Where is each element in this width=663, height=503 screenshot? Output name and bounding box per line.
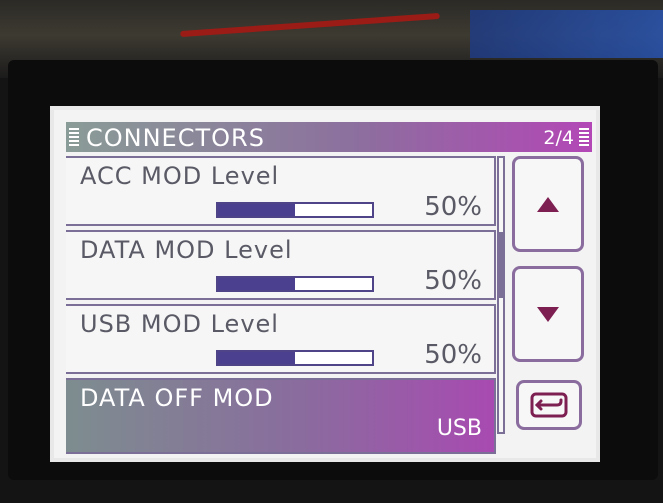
page-indicator: 2/4	[543, 127, 574, 149]
level-bar-fill	[218, 352, 295, 364]
level-bar-fill	[218, 278, 295, 290]
list-item-acc-mod-level[interactable]: ACC MOD Level 50%	[66, 156, 496, 226]
level-bar-fill	[218, 204, 295, 216]
list-item-data-mod-level[interactable]: DATA MOD Level 50%	[66, 230, 496, 300]
item-label: DATA OFF MOD	[80, 384, 274, 412]
level-bar	[216, 276, 374, 292]
list-item-data-off-mod[interactable]: DATA OFF MOD USB	[66, 378, 496, 454]
scroll-up-button[interactable]	[512, 156, 584, 252]
scrollbar[interactable]	[497, 156, 505, 434]
title-bar: CONNECTORS 2/4	[66, 122, 592, 152]
item-label: ACC MOD Level	[80, 162, 280, 190]
arrow-down-icon	[537, 306, 559, 322]
background-object	[470, 10, 663, 58]
item-value: 50%	[424, 192, 482, 222]
scroll-down-button[interactable]	[512, 266, 584, 362]
return-icon	[530, 392, 568, 418]
grip-icon	[69, 128, 79, 146]
level-bar	[216, 350, 374, 366]
item-value: 50%	[424, 266, 482, 296]
settings-list: ACC MOD Level 50% DATA MOD Level 50% USB…	[66, 156, 544, 454]
item-value: USB	[436, 416, 482, 441]
level-bar	[216, 202, 374, 218]
grip-icon	[579, 128, 589, 146]
list-item-usb-mod-level[interactable]: USB MOD Level 50%	[66, 304, 496, 374]
scroll-thumb[interactable]	[499, 232, 503, 298]
arrow-up-icon	[537, 196, 559, 212]
item-label: DATA MOD Level	[80, 236, 293, 264]
page-title: CONNECTORS	[86, 124, 265, 152]
back-button[interactable]	[516, 380, 582, 430]
item-value: 50%	[424, 340, 482, 370]
item-label: USB MOD Level	[80, 310, 279, 338]
touch-screen: CONNECTORS 2/4 ACC MOD Level 50% DATA MO…	[50, 106, 600, 462]
